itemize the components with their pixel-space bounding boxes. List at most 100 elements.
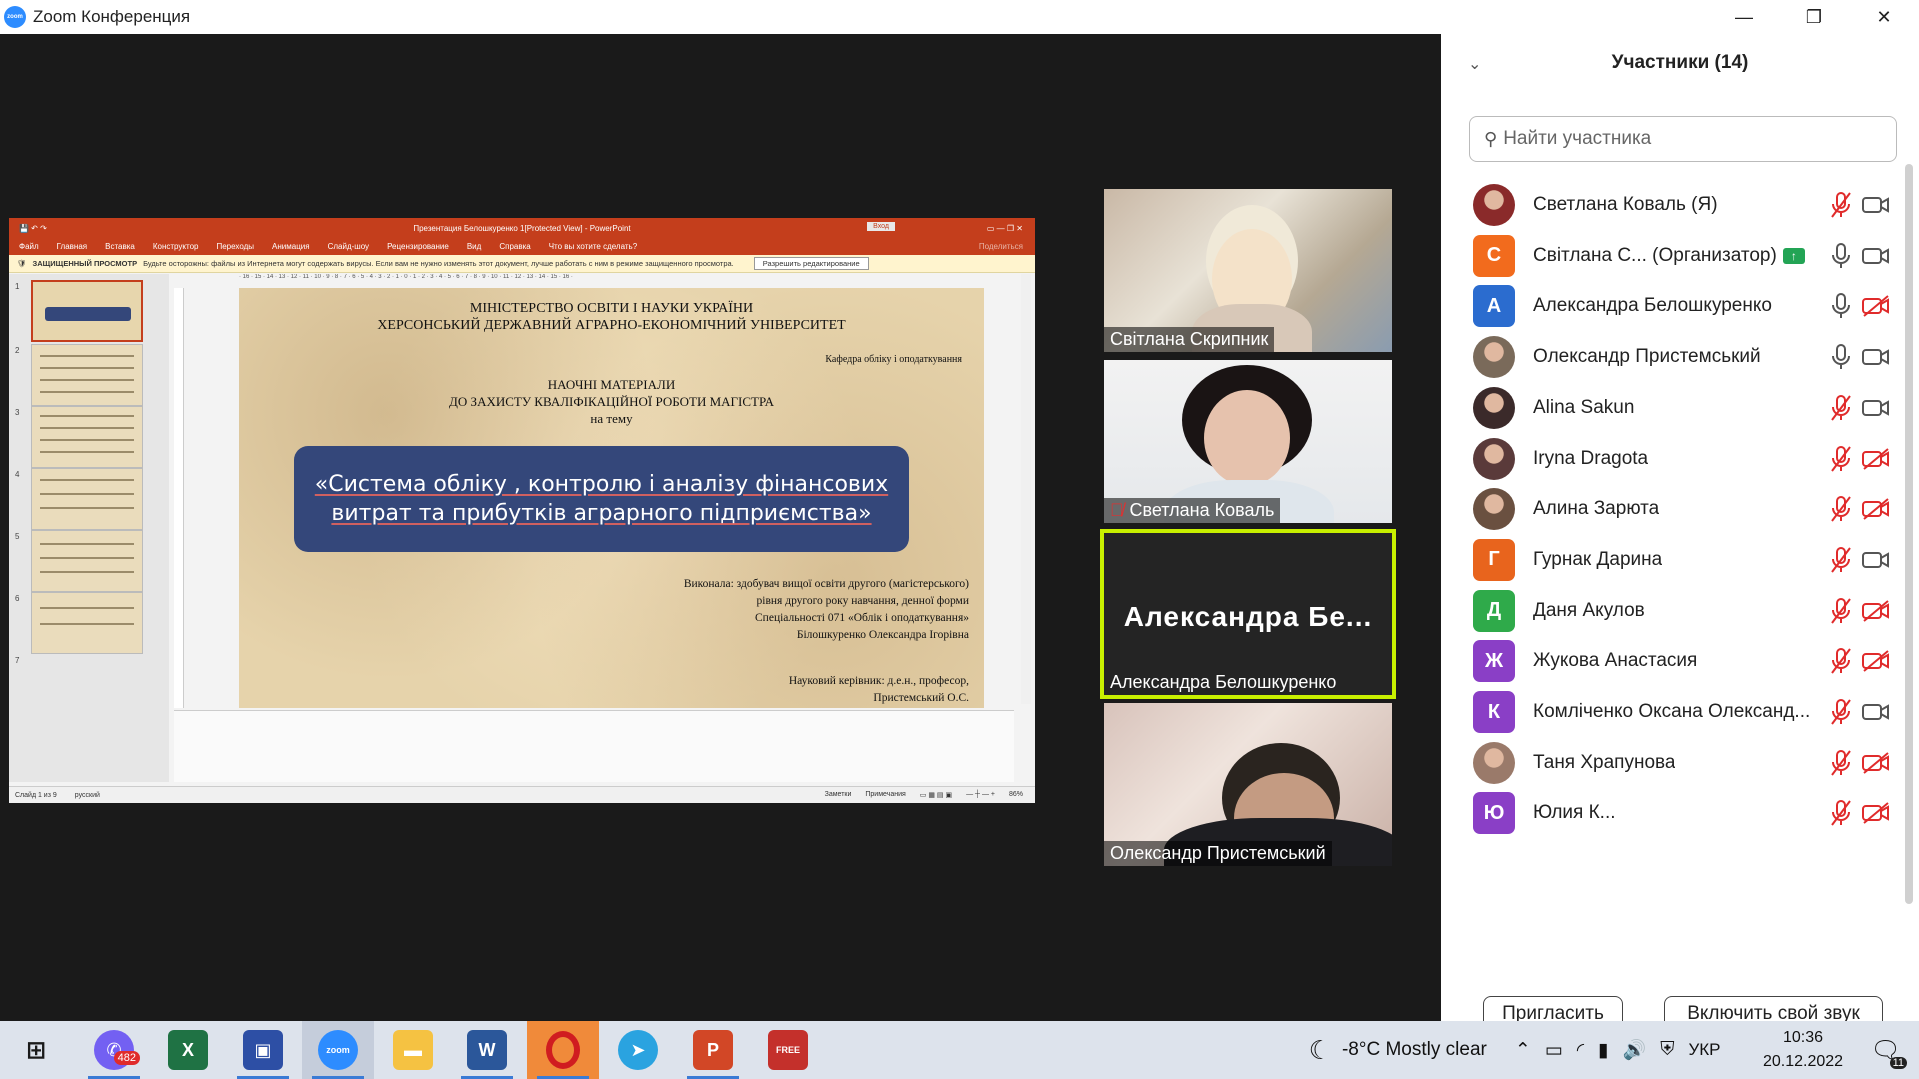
- video-icon[interactable]: [1861, 244, 1891, 268]
- participants-scrollbar[interactable]: [1905, 164, 1913, 904]
- chevron-up-icon[interactable]: ⌃: [1515, 1039, 1531, 1062]
- slide-thumbnail: [31, 344, 143, 406]
- mic-icon[interactable]: [1829, 292, 1853, 320]
- telegram-icon: ➤: [618, 1030, 658, 1070]
- notifications-count: 11: [1889, 1056, 1907, 1069]
- participant-name: Олександр Пристемський: [1533, 346, 1761, 368]
- video-off-icon[interactable]: [1861, 649, 1891, 673]
- video-converter-icon: FREE: [768, 1030, 808, 1070]
- mic-muted-icon[interactable]: [1829, 394, 1853, 422]
- keyboard-language[interactable]: УКР: [1688, 1040, 1720, 1060]
- clock[interactable]: 10:36 20.12.2022: [1758, 1026, 1848, 1074]
- security-shield-icon[interactable]: ⛨: [1660, 1039, 1674, 1061]
- ppt-menu-item: Переходы: [216, 242, 255, 251]
- minimize-button[interactable]: —: [1709, 0, 1779, 34]
- battery-icon[interactable]: ▭: [1545, 1039, 1563, 1062]
- thumb-number: 1: [15, 282, 20, 291]
- participant-avatar: [1473, 488, 1515, 531]
- video-tile[interactable]: 🎙̸ Светлана Коваль: [1104, 360, 1392, 523]
- participant-name: Жукова Анастасия: [1533, 650, 1697, 672]
- start-button[interactable]: ⊞: [0, 1021, 72, 1079]
- taskbar-word[interactable]: W: [451, 1021, 523, 1079]
- taskbar-opera[interactable]: [527, 1021, 599, 1079]
- mic-icon[interactable]: [1829, 242, 1853, 270]
- close-button[interactable]: ✕: [1849, 0, 1919, 34]
- mic-muted-icon[interactable]: [1829, 698, 1853, 726]
- mic-icon[interactable]: [1829, 343, 1853, 371]
- mic-muted-icon[interactable]: [1829, 191, 1853, 219]
- taskbar-powerpoint[interactable]: P: [677, 1021, 749, 1079]
- ppt-menu-item: Вид: [466, 242, 482, 251]
- taskbar-zoom[interactable]: zoom: [302, 1021, 374, 1079]
- taskbar-explorer[interactable]: ▬: [377, 1021, 449, 1079]
- slide-ministry: МІНІСТЕРСТВО ОСВІТИ І НАУКИ УКРАЇНИ: [469, 301, 754, 316]
- participants-list: Светлана Коваль (Я) С Світлана С... (Орган…: [1441, 174, 1903, 936]
- video-tile[interactable]: Олександр Пристемський: [1104, 703, 1392, 866]
- view-buttons-icon: ▭ ▦ ▤ ▣: [919, 792, 953, 799]
- slide-author: Виконала: здобувач вищої освіти другого …: [684, 576, 969, 644]
- ppt-titlebar: 💾 ↶ ↷ Презентация Белошкуренко 1[Protect…: [9, 218, 1035, 238]
- participant-name-text: Алина Зарюта: [1533, 498, 1660, 520]
- mic-muted-icon[interactable]: [1829, 799, 1853, 827]
- clock-time: 10:36: [1782, 1029, 1824, 1046]
- mic-muted-icon[interactable]: [1829, 749, 1853, 777]
- ppt-menu-item: Рецензирование: [387, 242, 449, 251]
- mic-muted-icon[interactable]: [1829, 546, 1853, 574]
- maximize-button[interactable]: ❐: [1779, 0, 1849, 34]
- video-tile-active-speaker[interactable]: Александра Бе... Александра Белошкуренко: [1100, 529, 1396, 699]
- video-off-icon[interactable]: [1861, 497, 1891, 521]
- participant-name-text: Даня Акулов: [1533, 599, 1645, 621]
- video-off-icon[interactable]: [1861, 751, 1891, 775]
- video-icon[interactable]: [1861, 345, 1891, 369]
- participant-name: Комліченко Оксана Олександ...: [1533, 701, 1810, 723]
- participant-avatar: Ж: [1473, 640, 1515, 683]
- taskbar-viber[interactable]: ✆ 482: [78, 1021, 150, 1079]
- notes-pane: [174, 710, 1014, 782]
- participant-avatar: Ю: [1473, 792, 1515, 835]
- video-off-icon[interactable]: [1861, 294, 1891, 318]
- ppt-scrollbar: [1021, 274, 1031, 704]
- participant-avatar: А: [1473, 285, 1515, 328]
- zoom-slider-icon: — ┼ — +: [966, 791, 995, 798]
- microphone-icon[interactable]: ▮: [1598, 1039, 1608, 1062]
- taskbar-excel[interactable]: X: [152, 1021, 224, 1079]
- search-input[interactable]: [1503, 128, 1864, 150]
- video-tile-name: Александра Белошкуренко: [1104, 670, 1342, 695]
- video-icon[interactable]: [1861, 700, 1891, 724]
- ppt-signin-button: Вход: [867, 222, 895, 231]
- shared-screen[interactable]: 💾 ↶ ↷ Презентация Белошкуренко 1[Protect…: [9, 218, 1035, 803]
- wifi-icon[interactable]: ◜: [1577, 1039, 1584, 1062]
- mic-muted-icon[interactable]: [1829, 597, 1853, 625]
- video-tile-name-text: Світлана Скрипник: [1110, 329, 1269, 349]
- mic-muted-icon[interactable]: [1829, 647, 1853, 675]
- notifications-icon[interactable]: 🗨 11: [1871, 1036, 1907, 1069]
- taskbar-save[interactable]: ▣: [227, 1021, 299, 1079]
- video-icon[interactable]: [1861, 548, 1891, 572]
- participant-name-text: Олександр Пристемський: [1533, 346, 1761, 368]
- participant-name: Светлана Коваль (Я): [1533, 194, 1718, 216]
- video-tile[interactable]: Світлана Скрипник: [1104, 189, 1392, 352]
- video-off-icon[interactable]: [1861, 599, 1891, 623]
- slide-topic: «Система обліку , контролю і аналізу фін…: [294, 446, 909, 552]
- participant-search[interactable]: ⚲: [1469, 116, 1897, 162]
- video-off-icon[interactable]: [1861, 801, 1891, 825]
- taskbar-anyvideo[interactable]: FREE: [752, 1021, 824, 1079]
- mic-muted-icon[interactable]: [1829, 445, 1853, 473]
- slide-author-line: Спеціальності 071 «Облік і оподаткування…: [755, 612, 969, 624]
- opera-icon: [546, 1031, 580, 1069]
- video-off-icon[interactable]: [1861, 447, 1891, 471]
- taskbar-telegram[interactable]: ➤: [602, 1021, 674, 1079]
- participant-name-text: Александра Белошкуренко: [1533, 295, 1772, 317]
- mic-muted-icon[interactable]: [1829, 495, 1853, 523]
- video-icon[interactable]: [1861, 193, 1891, 217]
- participant-name-text: Iryna Dragota: [1533, 447, 1649, 469]
- participant-row[interactable]: Ю Юлия К...: [1441, 782, 1903, 844]
- folder-icon: ▬: [393, 1030, 433, 1070]
- speaker-icon[interactable]: 🔊: [1623, 1038, 1647, 1062]
- ppt-menu-item: Справка: [499, 242, 531, 251]
- participant-name-text: Світлана С... (Организатор): [1533, 244, 1777, 266]
- ppt-menu-item: Главная: [56, 242, 88, 251]
- participants-panel: ⌄ Участники (14) ⚲ Светлана Коваль (Я)СС…: [1441, 34, 1919, 1032]
- ppt-menu-item: Что вы хотите сделать?: [548, 242, 638, 251]
- video-icon[interactable]: [1861, 396, 1891, 420]
